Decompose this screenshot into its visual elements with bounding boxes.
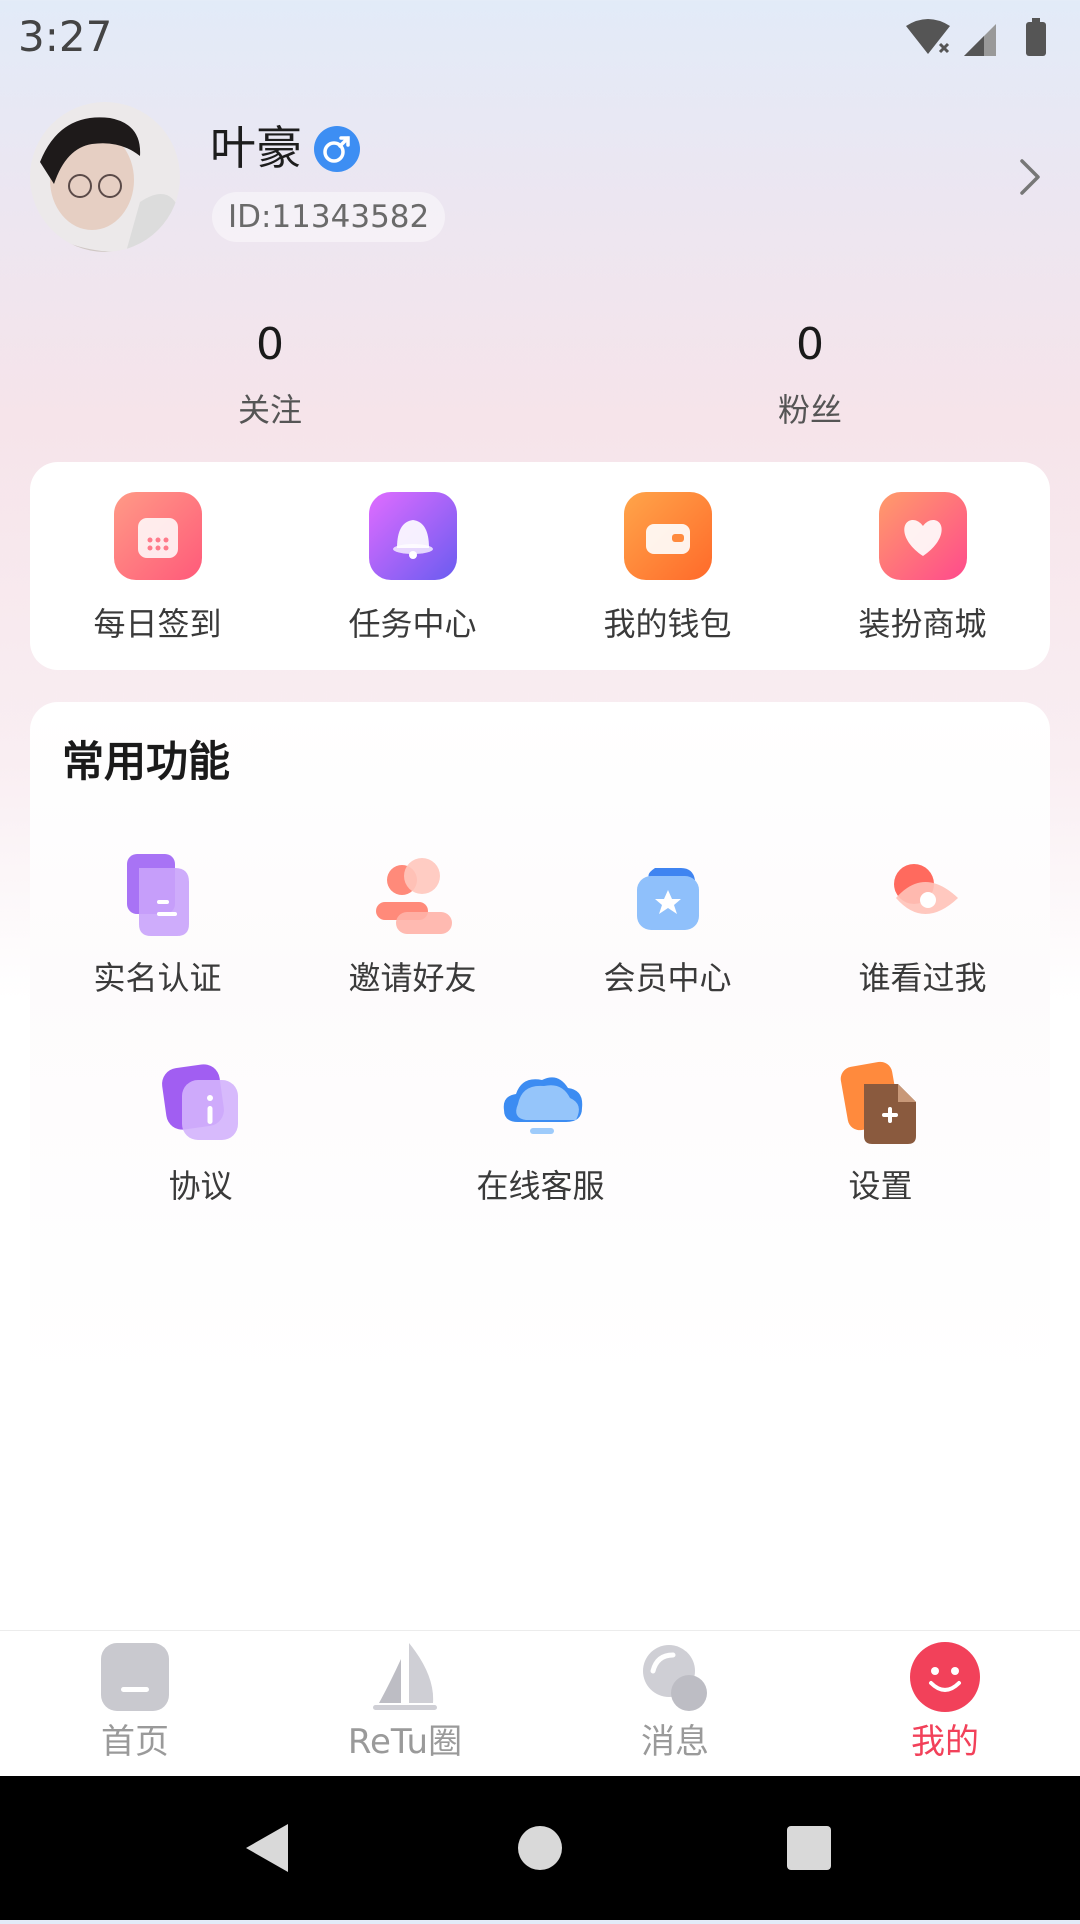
agreement-icon bbox=[156, 1058, 246, 1148]
quick-task-center[interactable]: 任务中心 bbox=[285, 492, 540, 648]
nav-retu-circle[interactable]: ReTu圈 bbox=[270, 1631, 540, 1777]
feature-agreement[interactable]: 协议 bbox=[73, 1058, 328, 1210]
quick-label: 任务中心 bbox=[348, 605, 477, 643]
nav-home[interactable]: 首页 bbox=[0, 1631, 270, 1777]
nav-label: ReTu圈 bbox=[347, 1722, 463, 1762]
quick-daily-checkin[interactable]: 每日签到 bbox=[30, 492, 285, 648]
nav-label: 消息 bbox=[641, 1722, 709, 1762]
chevron-right-icon[interactable] bbox=[1010, 155, 1050, 199]
quick-dress-shop[interactable]: 装扮商城 bbox=[795, 492, 1050, 648]
feature-who-viewed-me[interactable]: 谁看过我 bbox=[795, 850, 1050, 1002]
feature-label: 谁看过我 bbox=[858, 959, 987, 997]
quick-label: 每日签到 bbox=[93, 605, 222, 643]
common-features-card bbox=[30, 702, 1050, 1392]
username: 叶豪 bbox=[210, 121, 302, 175]
feature-label: 协议 bbox=[168, 1167, 233, 1205]
system-nav-bar bbox=[0, 1776, 1080, 1920]
feature-online-service[interactable]: 在线客服 bbox=[413, 1058, 668, 1210]
bottom-nav: 首页 ReTu圈 消息 我的 bbox=[0, 1630, 1080, 1777]
followers-label: 粉丝 bbox=[777, 391, 842, 429]
settings-file-icon bbox=[836, 1058, 926, 1148]
home-circle-icon[interactable] bbox=[518, 1826, 562, 1870]
bell-icon bbox=[368, 492, 457, 580]
feature-invite-friends[interactable]: 邀请好友 bbox=[285, 850, 540, 1002]
recents-icon[interactable] bbox=[787, 1826, 831, 1870]
invite-people-icon bbox=[368, 850, 458, 940]
avatar-photo bbox=[30, 102, 180, 252]
vip-star-icon bbox=[623, 850, 713, 940]
quick-actions-card: 每日签到 任务中心 我的钱包 装扮商城 bbox=[30, 462, 1050, 670]
nav-label: 首页 bbox=[101, 1722, 169, 1762]
quick-label: 我的钱包 bbox=[603, 605, 732, 643]
followers-count: 0 bbox=[796, 319, 824, 370]
calendar-icon bbox=[113, 492, 202, 580]
following-label: 关注 bbox=[237, 391, 302, 429]
sail-icon bbox=[369, 1641, 441, 1713]
feature-label: 实名认证 bbox=[93, 959, 222, 997]
user-id: ID:11343582 bbox=[212, 192, 446, 242]
feature-label: 设置 bbox=[848, 1167, 913, 1205]
following-count: 0 bbox=[256, 319, 284, 370]
message-bubble-icon bbox=[639, 1641, 711, 1713]
avatar[interactable] bbox=[30, 102, 180, 252]
feature-settings[interactable]: 设置 bbox=[753, 1058, 1008, 1210]
nav-mine[interactable]: 我的 bbox=[810, 1631, 1080, 1777]
male-gender-icon bbox=[314, 126, 360, 172]
back-icon[interactable] bbox=[246, 1824, 288, 1872]
feature-label: 邀请好友 bbox=[348, 959, 477, 997]
battery-icon bbox=[1026, 18, 1046, 56]
quick-label: 装扮商城 bbox=[858, 605, 987, 643]
quick-my-wallet[interactable]: 我的钱包 bbox=[540, 492, 795, 648]
nav-messages[interactable]: 消息 bbox=[540, 1631, 810, 1777]
smiley-icon bbox=[909, 1641, 981, 1713]
wifi-off-icon bbox=[906, 19, 950, 54]
feature-vip-center[interactable]: 会员中心 bbox=[540, 850, 795, 1002]
home-icon bbox=[99, 1641, 171, 1713]
wallet-icon bbox=[623, 492, 712, 580]
customer-service-icon bbox=[496, 1058, 586, 1148]
eye-icon bbox=[878, 850, 968, 940]
status-time: 3:27 bbox=[18, 12, 113, 61]
following-stat[interactable]: 0 关注 bbox=[160, 318, 380, 434]
nav-label: 我的 bbox=[911, 1722, 979, 1762]
heart-icon bbox=[878, 492, 967, 580]
id-document-icon bbox=[113, 850, 203, 940]
feature-label: 会员中心 bbox=[603, 959, 732, 997]
followers-stat[interactable]: 0 粉丝 bbox=[700, 318, 920, 434]
section-title: 常用功能 bbox=[62, 737, 231, 786]
feature-real-name-auth[interactable]: 实名认证 bbox=[30, 850, 285, 1002]
status-icons bbox=[906, 18, 1046, 56]
feature-label: 在线客服 bbox=[476, 1167, 605, 1205]
